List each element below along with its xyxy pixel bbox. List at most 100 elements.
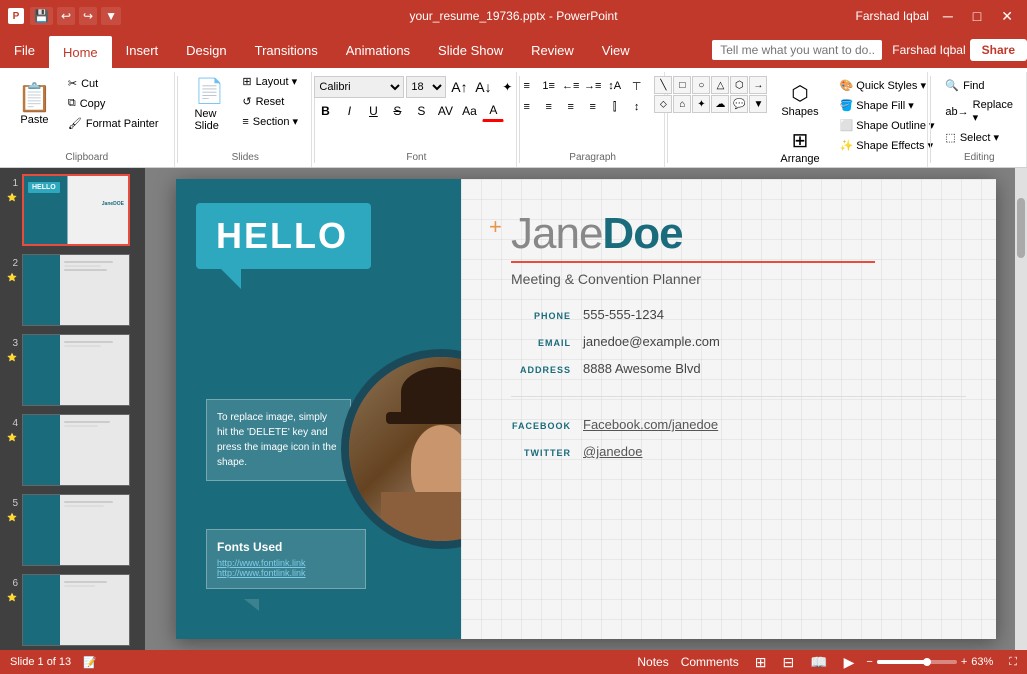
menu-home[interactable]: Home xyxy=(49,36,112,68)
close-button[interactable]: ✕ xyxy=(995,6,1019,27)
bullets-button[interactable]: ≡ xyxy=(517,76,537,96)
shape-cell[interactable]: ⬦ xyxy=(654,95,672,113)
shape-cell[interactable]: → xyxy=(749,76,767,94)
menu-design[interactable]: Design xyxy=(172,32,240,68)
comments-button[interactable]: Comments xyxy=(681,655,739,669)
slide-thumb-6[interactable]: 6 ⭐ xyxy=(4,572,141,648)
arrange-button[interactable]: ⊞ Arrange xyxy=(773,123,826,170)
decrease-indent-button[interactable]: ←≡ xyxy=(561,76,581,96)
facebook-value: Facebook.com/janedoe xyxy=(583,417,718,432)
increase-indent-button[interactable]: →≡ xyxy=(583,76,603,96)
select-button[interactable]: ⬚ Select ▾ xyxy=(938,128,1020,147)
layout-button[interactable]: ⊞ Layout ▾ xyxy=(235,72,305,91)
undo-button[interactable]: ↩ xyxy=(57,7,75,25)
align-center-button[interactable]: ≡ xyxy=(539,97,559,117)
align-right-button[interactable]: ≡ xyxy=(561,97,581,117)
shadow-button[interactable]: S xyxy=(410,100,432,122)
font-name-select[interactable]: Calibri xyxy=(314,76,404,98)
slide-thumb-1[interactable]: 1 ⭐ HELLO JaneDOE xyxy=(4,172,141,248)
canvas-area[interactable]: HELLO To replace image, simply hit the '… xyxy=(145,168,1027,650)
shapes-button[interactable]: ⬡ Shapes xyxy=(774,76,825,123)
share-button[interactable]: Share xyxy=(970,39,1027,61)
font-color-button[interactable]: A xyxy=(482,100,504,122)
align-text-button[interactable]: ⊤ xyxy=(627,76,647,96)
bold-button[interactable]: B xyxy=(314,100,336,122)
fonts-title: Fonts Used xyxy=(217,540,355,554)
zoom-slider[interactable] xyxy=(877,660,957,664)
shape-outline-button[interactable]: ⬜ Shape Outline ▾ xyxy=(833,116,942,135)
clipboard-group: 📋 Paste ✂ Cut ⧉ Copy 🖌 Format Painter Cl… xyxy=(0,72,175,167)
shape-cell[interactable]: ☁ xyxy=(711,95,729,113)
shape-cell[interactable]: ✦ xyxy=(692,95,710,113)
slide-thumb-5[interactable]: 5 ⭐ xyxy=(4,492,141,568)
cut-button[interactable]: ✂ Cut xyxy=(61,74,166,93)
scroll-thumb[interactable] xyxy=(1017,198,1025,258)
change-case-button[interactable]: Aa xyxy=(458,100,480,122)
underline-button[interactable]: U xyxy=(362,100,384,122)
shape-cell[interactable]: ⌂ xyxy=(673,95,691,113)
menu-transitions[interactable]: Transitions xyxy=(241,32,332,68)
menu-insert[interactable]: Insert xyxy=(112,32,173,68)
maximize-button[interactable]: □ xyxy=(967,6,987,26)
vertical-scrollbar[interactable] xyxy=(1015,168,1027,650)
numbering-button[interactable]: 1≡ xyxy=(539,76,559,96)
spacing-button[interactable]: AV xyxy=(434,100,456,122)
clear-format-button[interactable]: ✦ xyxy=(496,76,518,98)
zoom-out-button[interactable]: − xyxy=(866,656,872,668)
fonts-link-1[interactable]: http://www.fontlink.link xyxy=(217,558,355,568)
notes-button[interactable]: Notes xyxy=(637,655,668,669)
font-size-select[interactable]: 18 xyxy=(406,76,446,98)
shape-fill-button[interactable]: 🪣 Shape Fill ▾ xyxy=(833,96,942,115)
line-spacing-button[interactable]: ↕ xyxy=(627,97,647,117)
menu-animations[interactable]: Animations xyxy=(332,32,424,68)
shape-cell[interactable]: □ xyxy=(673,76,691,94)
shape-effects-button[interactable]: ✨ Shape Effects ▾ xyxy=(833,136,942,155)
menu-file[interactable]: File xyxy=(0,32,49,68)
shape-cell[interactable]: ╲ xyxy=(654,76,672,94)
slideshow-button[interactable]: ▶ xyxy=(840,652,859,673)
fonts-link-2[interactable]: http://www.fontlink.link xyxy=(217,568,355,578)
zoom-in-button[interactable]: + xyxy=(961,656,967,668)
font-decrease-button[interactable]: A↓ xyxy=(472,76,494,98)
italic-button[interactable]: I xyxy=(338,100,360,122)
new-slide-button[interactable]: 📄 New Slide xyxy=(185,72,233,137)
justify-button[interactable]: ≡ xyxy=(583,97,603,117)
redo-button[interactable]: ↪ xyxy=(79,7,97,25)
paste-button[interactable]: 📋 Paste xyxy=(8,76,61,131)
font-increase-button[interactable]: A↑ xyxy=(448,76,470,98)
slide-thumb-4[interactable]: 4 ⭐ xyxy=(4,412,141,488)
quick-styles-button[interactable]: 🎨 Quick Styles ▾ xyxy=(833,76,942,95)
reset-button[interactable]: ↺ Reset xyxy=(235,92,305,111)
align-left-button[interactable]: ≡ xyxy=(517,97,537,117)
customize-button[interactable]: ▼ xyxy=(101,7,121,25)
menu-view[interactable]: View xyxy=(588,32,644,68)
text-direction-button[interactable]: ↕A xyxy=(605,76,625,96)
shape-effects-icon: ✨ xyxy=(840,139,854,152)
reading-view-button[interactable]: 📖 xyxy=(806,652,831,673)
copy-button[interactable]: ⧉ Copy xyxy=(61,94,166,113)
minimize-button[interactable]: ─ xyxy=(937,6,959,26)
slide-thumb-2[interactable]: 2 ⭐ xyxy=(4,252,141,328)
format-painter-button[interactable]: 🖌 Format Painter xyxy=(61,114,166,133)
fit-window-button[interactable]: ⛶ xyxy=(1009,656,1017,669)
menu-review[interactable]: Review xyxy=(517,32,588,68)
normal-view-button[interactable]: ⊞ xyxy=(751,652,771,673)
shape-cell[interactable]: ○ xyxy=(692,76,710,94)
zoom-thumb xyxy=(923,658,931,666)
find-button[interactable]: 🔍 Find xyxy=(938,76,1020,95)
section-button[interactable]: ≡ Section ▾ xyxy=(235,112,305,131)
replace-button[interactable]: ab→ Replace ▾ xyxy=(938,96,1020,127)
shape-cell[interactable]: ⬡ xyxy=(730,76,748,94)
strikethrough-button[interactable]: S xyxy=(386,100,408,122)
slide-sorter-button[interactable]: ⊟ xyxy=(778,652,798,673)
save-button[interactable]: 💾 xyxy=(30,7,53,25)
col-button[interactable]: ⫿ xyxy=(605,97,625,117)
search-input[interactable] xyxy=(712,40,882,60)
menu-slideshow[interactable]: Slide Show xyxy=(424,32,517,68)
email-row: EMAIL janedoe@example.com xyxy=(511,334,966,349)
shape-cell[interactable]: 💬 xyxy=(730,95,748,113)
shape-cell[interactable]: ▼ xyxy=(749,95,767,113)
slide-thumb-3[interactable]: 3 ⭐ xyxy=(4,332,141,408)
shape-cell[interactable]: △ xyxy=(711,76,729,94)
paste-label: Paste xyxy=(20,114,48,126)
